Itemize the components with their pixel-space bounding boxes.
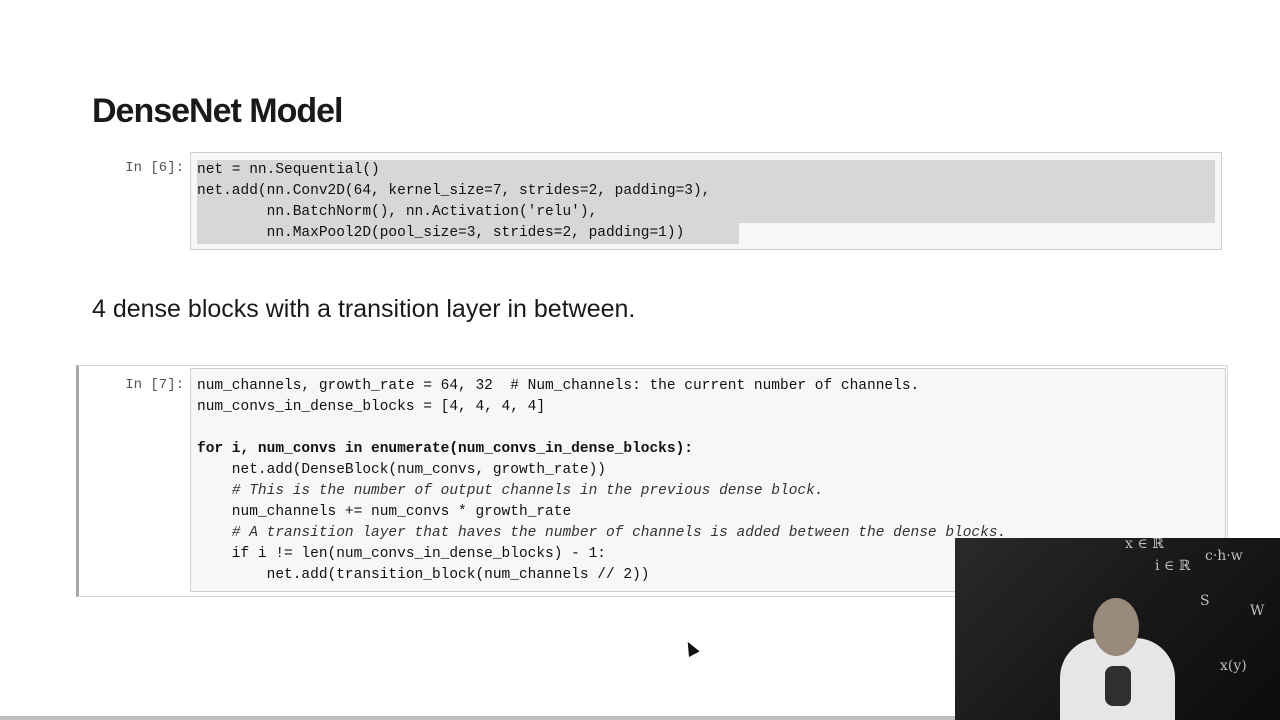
mouse-cursor-icon	[682, 639, 700, 657]
code-line: nn.BatchNorm(), nn.Activation('relu'),	[197, 202, 1215, 223]
code-line: num_channels += num_convs * growth_rate	[197, 504, 572, 520]
markdown-subheading: 4 dense blocks with a transition layer i…	[92, 295, 636, 323]
cell-prompt-6: In [6]:	[125, 160, 184, 176]
bottom-scrollbar[interactable]	[0, 716, 955, 720]
board-writing: x(y)	[1220, 658, 1247, 674]
code-line: net.add(DenseBlock(num_convs, growth_rat…	[197, 462, 606, 478]
webcam-video: x ∈ ℝ c·h·w i ∈ ℝ S W x(y)	[955, 538, 1280, 720]
notebook-heading: DenseNet Model	[92, 92, 343, 130]
code-cell-7-source[interactable]: num_channels, growth_rate = 64, 32 # Num…	[197, 376, 1006, 586]
board-writing: c·h·w	[1205, 548, 1243, 564]
code-line: nn.MaxPool2D(pool_size=3, strides=2, pad…	[197, 223, 739, 244]
cell-prompt-7: In [7]:	[125, 377, 184, 393]
code-line: # A transition layer that haves the numb…	[197, 525, 1007, 541]
code-line: net = nn.Sequential()	[197, 160, 1215, 181]
board-writing: S	[1200, 593, 1210, 609]
code-line: num_convs_in_dense_blocks = [4, 4, 4, 4]	[197, 399, 546, 415]
board-writing: x ∈ ℝ	[1125, 538, 1164, 552]
board-writing: i ∈ ℝ	[1155, 558, 1191, 574]
code-line: # This is the number of output channels …	[197, 483, 824, 499]
code-line: if i != len(num_convs_in_dense_blocks) -…	[197, 546, 606, 562]
code-line: net.add(nn.Conv2D(64, kernel_size=7, str…	[197, 181, 1215, 202]
board-writing: W	[1250, 603, 1265, 619]
code-line: net.add(transition_block(num_channels //…	[197, 567, 650, 583]
code-line: num_channels, growth_rate = 64, 32 # Num…	[197, 378, 920, 394]
shirt-graphic	[1105, 666, 1131, 706]
code-cell-6[interactable]: net = nn.Sequential() net.add(nn.Conv2D(6…	[190, 152, 1222, 250]
code-cell-6-source[interactable]: net = nn.Sequential() net.add(nn.Conv2D(6…	[197, 160, 1215, 244]
presenter-head	[1093, 598, 1139, 656]
code-line: for i, num_convs in enumerate(num_convs_…	[197, 441, 693, 457]
